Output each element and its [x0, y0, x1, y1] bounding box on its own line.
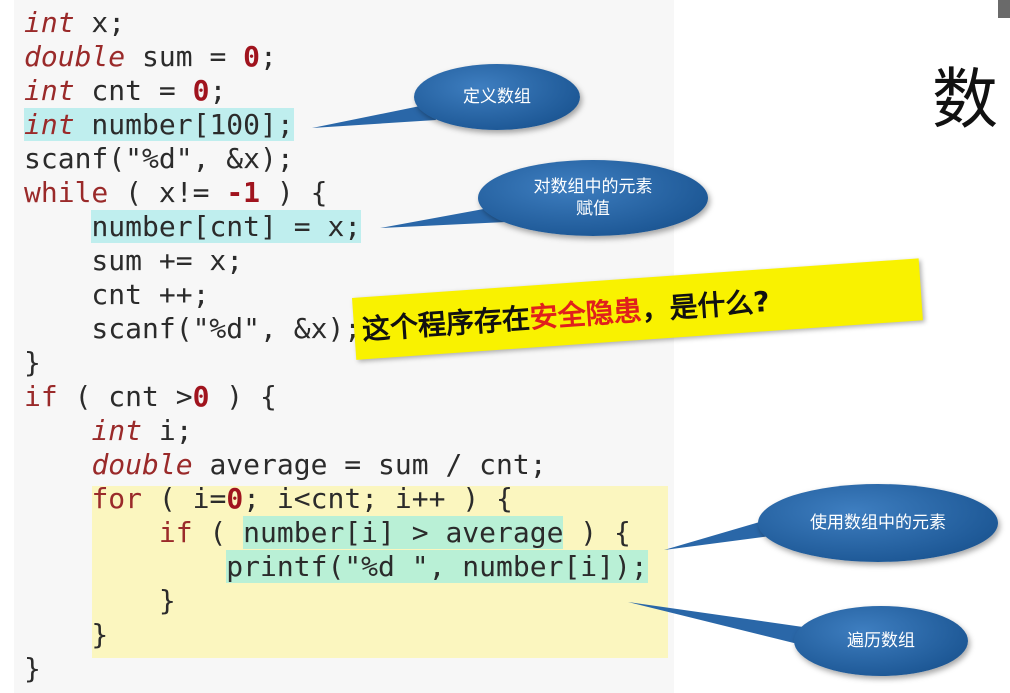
callout-use-elements: 使用数组中的元素	[758, 484, 998, 562]
pointer-define-array	[312, 104, 436, 128]
callout-assign-line1: 对数组中的元素	[533, 177, 653, 197]
callout-define-array: 定义数组	[414, 64, 580, 130]
callout-assign-line2: 赋值	[576, 199, 610, 219]
slide-title-fragment: 数	[932, 61, 998, 138]
callout-traverse-text: 遍历数组	[847, 631, 915, 651]
note-text-part2: 安全隐患	[528, 293, 643, 335]
pointer-traverse	[628, 602, 810, 646]
scrollbar-handle[interactable]	[998, 0, 1010, 18]
callout-assign-elements: 对数组中的元素 赋值	[478, 160, 708, 236]
callout-use-elements-text: 使用数组中的元素	[810, 513, 946, 533]
note-text-part1: 这个程序存在	[361, 301, 532, 347]
callout-define-array-text: 定义数组	[463, 87, 531, 107]
callout-traverse-array: 遍历数组	[794, 606, 968, 676]
note-text-part3: ，是什么?	[640, 284, 771, 327]
